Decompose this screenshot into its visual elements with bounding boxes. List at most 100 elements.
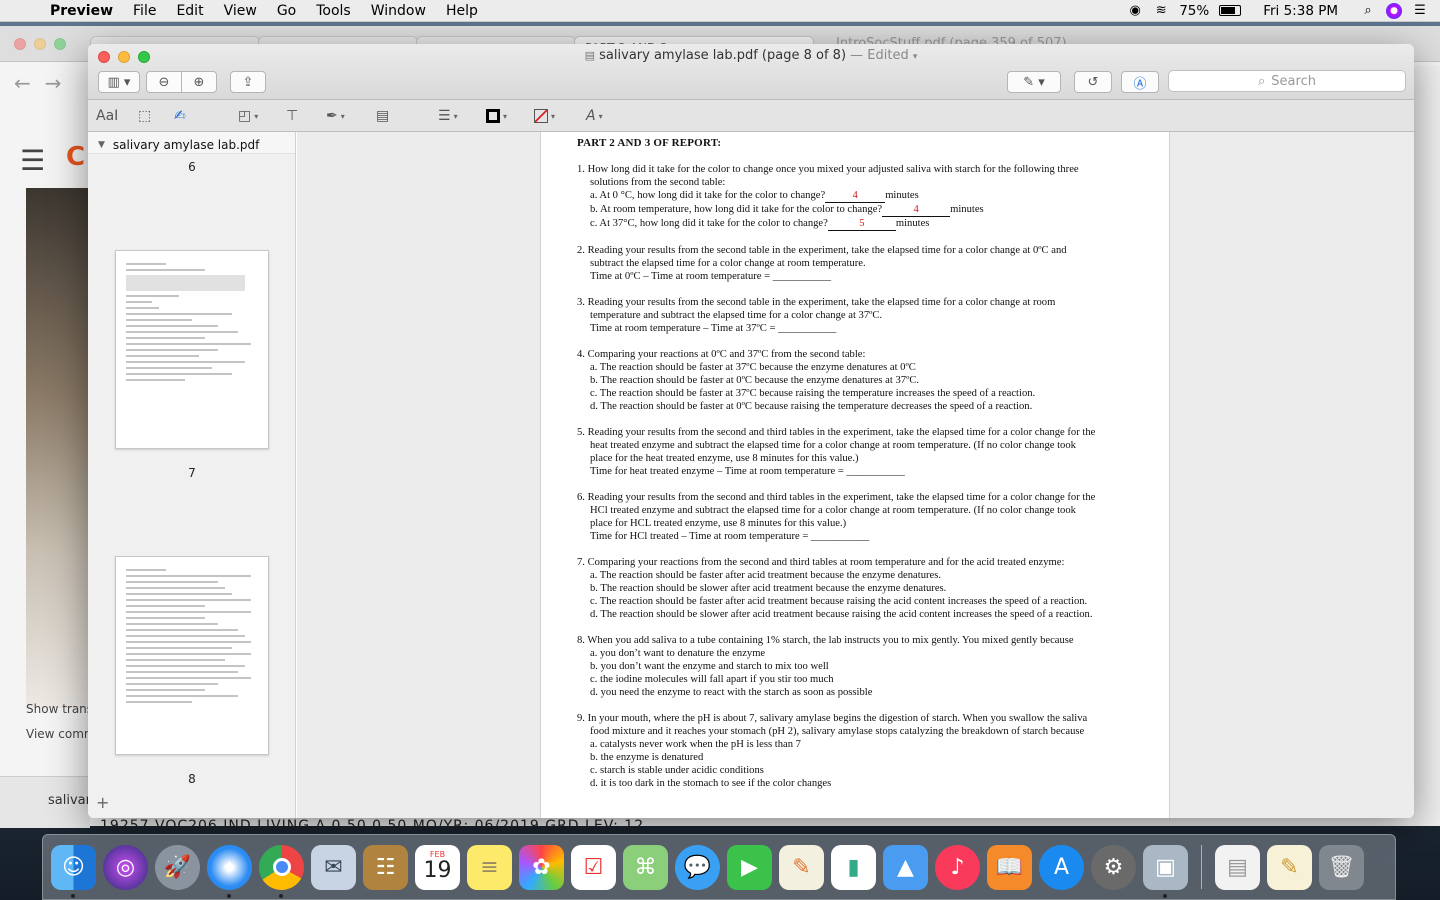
- text-box-icon: ⊤: [286, 108, 299, 124]
- menu-app-preview[interactable]: Preview: [40, 3, 123, 19]
- note-tool[interactable]: ▤: [376, 106, 389, 126]
- search-field[interactable]: ⌕ Search: [1168, 70, 1406, 92]
- text-style-tool[interactable]: A ▾: [586, 106, 603, 126]
- sign-tool[interactable]: ✒ ▾: [326, 106, 345, 126]
- text-box-tool[interactable]: ⊤: [286, 106, 298, 126]
- thumbnail-sidebar: ▼ salivary amylase lab.pdf 6 7 8 +: [88, 132, 296, 818]
- answer-blank[interactable]: 4: [825, 189, 886, 203]
- zoom-out-button[interactable]: ⊖: [146, 71, 182, 93]
- answer-unit: minutes: [885, 190, 919, 201]
- maps-icon[interactable]: ⌘: [623, 844, 668, 890]
- question-3: 3. Reading your results from the second …: [577, 296, 1133, 335]
- option-d: d. The reaction should be faster at 0ºC …: [590, 401, 1033, 412]
- clock[interactable]: Fri 5:38 PM: [1263, 3, 1338, 19]
- zoom-in-button[interactable]: ⊕: [181, 71, 217, 93]
- siri-dock-icon[interactable]: ◎: [103, 844, 148, 890]
- answer-line[interactable]: Time at room temperature – Time at 37ºC …: [577, 322, 1133, 335]
- notification-center-icon[interactable]: ☰: [1412, 3, 1428, 19]
- menu-bar: Preview File Edit View Go Tools Window H…: [0, 0, 1440, 22]
- view-comments-link[interactable]: View comm: [26, 727, 96, 741]
- border-color-tool[interactable]: ▾: [486, 106, 507, 126]
- window-title[interactable]: ▤ salivary amylase lab.pdf (page 8 of 8)…: [88, 48, 1414, 63]
- page-thumbnail-8[interactable]: [115, 556, 269, 755]
- question-text: solutions from the second table:: [590, 177, 726, 188]
- privacy-icon[interactable]: ◉: [1127, 3, 1143, 19]
- question-text: place for HCL treated enzyme, use 8 minu…: [590, 518, 847, 529]
- disclosure-triangle-icon[interactable]: ▼: [98, 140, 105, 150]
- calendar-day: 19: [423, 858, 452, 883]
- app-store-icon[interactable]: A: [1039, 844, 1084, 890]
- battery-icon[interactable]: [1219, 5, 1242, 16]
- chevron-down-icon[interactable]: ▾: [913, 52, 918, 62]
- facetime-icon[interactable]: ▶: [727, 844, 772, 890]
- sidebar-file-header[interactable]: ▼ salivary amylase lab.pdf: [88, 132, 295, 154]
- question-text: subtract the elapsed time for a color ch…: [590, 258, 866, 269]
- music-icon[interactable]: ♪: [935, 844, 980, 890]
- highlight-button[interactable]: ✎ ▾: [1007, 71, 1061, 93]
- text-cursor-icon: AaI: [96, 108, 119, 124]
- menu-tools[interactable]: Tools: [306, 3, 361, 19]
- answer-blank[interactable]: 4: [882, 203, 951, 217]
- menu-view[interactable]: View: [214, 3, 267, 19]
- books-icon[interactable]: 📖: [987, 844, 1032, 890]
- chrome-icon[interactable]: [259, 844, 304, 898]
- answer-line[interactable]: Time for HCl treated – Time at room temp…: [577, 530, 1133, 543]
- answer-unit: minutes: [950, 204, 984, 215]
- wifi-icon[interactable]: ≋: [1153, 3, 1169, 19]
- notes-icon[interactable]: ≡: [467, 844, 512, 890]
- menu-file[interactable]: File: [123, 3, 166, 19]
- background-right-edge: [1412, 66, 1440, 826]
- markup-toolbar-button[interactable]: Ⓐ: [1121, 71, 1159, 93]
- document-stack-icon[interactable]: ▤: [1215, 844, 1260, 890]
- back-arrow-icon[interactable]: ←: [14, 71, 31, 95]
- text-selection-tool[interactable]: AaI: [96, 106, 118, 126]
- messages-icon[interactable]: 💬: [675, 844, 720, 890]
- search-placeholder: Search: [1271, 73, 1316, 89]
- fill-color-tool[interactable]: ▾: [534, 106, 555, 126]
- forward-arrow-icon[interactable]: →: [45, 71, 62, 95]
- sidebar-toggle-button[interactable]: ▥ ▾: [98, 71, 140, 93]
- system-preferences-icon[interactable]: ⚙: [1091, 844, 1136, 890]
- add-page-button[interactable]: +: [96, 793, 109, 812]
- signature-icon: ✒: [326, 108, 338, 124]
- mail-icon[interactable]: ✉: [311, 844, 356, 890]
- answer-line[interactable]: Time for heat treated enzyme – Time at r…: [577, 465, 1133, 478]
- contacts-icon[interactable]: ☷: [363, 844, 408, 890]
- menu-help[interactable]: Help: [436, 3, 488, 19]
- shapes-tool[interactable]: ◰ ▾: [238, 106, 258, 126]
- rect-selection-tool[interactable]: ⬚: [138, 106, 151, 126]
- share-button[interactable]: ⇪: [230, 71, 266, 93]
- preview-dock-icon[interactable]: ▣: [1143, 844, 1188, 898]
- battery-percent[interactable]: 75%: [1179, 3, 1209, 19]
- reminders-icon[interactable]: ☑: [571, 844, 616, 890]
- question-1: 1. How long did it take for the color to…: [577, 163, 1133, 231]
- option-c: c. The reaction should be faster after a…: [590, 596, 1088, 607]
- menu-edit[interactable]: Edit: [166, 3, 213, 19]
- answer-line[interactable]: Time at 0ºC – Time at room temperature =…: [577, 270, 1133, 283]
- spotlight-icon[interactable]: ⌕: [1360, 3, 1376, 19]
- sketch-tool[interactable]: ✍: [174, 106, 186, 126]
- shape-style-tool[interactable]: ☰ ▾: [438, 106, 458, 126]
- hamburger-menu-icon[interactable]: ☰: [20, 144, 45, 177]
- photos-icon[interactable]: ✿: [519, 844, 564, 890]
- answer-blank[interactable]: 5: [827, 217, 896, 231]
- trash-icon[interactable]: 🗑: [1319, 844, 1364, 890]
- background-download-item[interactable]: salivar: [0, 776, 91, 828]
- launchpad-icon[interactable]: 🚀: [155, 844, 200, 890]
- search-icon: ⌕: [1258, 73, 1266, 89]
- menu-window[interactable]: Window: [361, 3, 436, 19]
- document-area[interactable]: PART 2 AND 3 OF REPORT: 1. How long did …: [297, 132, 1414, 818]
- pdf-page[interactable]: PART 2 AND 3 OF REPORT: 1. How long did …: [540, 132, 1170, 818]
- calendar-icon[interactable]: FEB 19: [415, 844, 460, 890]
- numbers-icon[interactable]: ▮: [831, 844, 876, 890]
- menu-go[interactable]: Go: [267, 3, 306, 19]
- page-thumbnail-7[interactable]: [115, 250, 269, 449]
- edited-status[interactable]: — Edited: [850, 48, 909, 63]
- rotate-button[interactable]: ↺: [1074, 71, 1112, 93]
- safari-icon[interactable]: ⌖: [207, 844, 252, 898]
- siri-icon[interactable]: ●: [1386, 2, 1402, 19]
- pages-icon[interactable]: ✎: [779, 844, 824, 890]
- keynote-icon[interactable]: ▲: [883, 844, 928, 890]
- notes-stack-icon[interactable]: ✎: [1267, 844, 1312, 890]
- finder-icon[interactable]: ☺: [51, 844, 96, 898]
